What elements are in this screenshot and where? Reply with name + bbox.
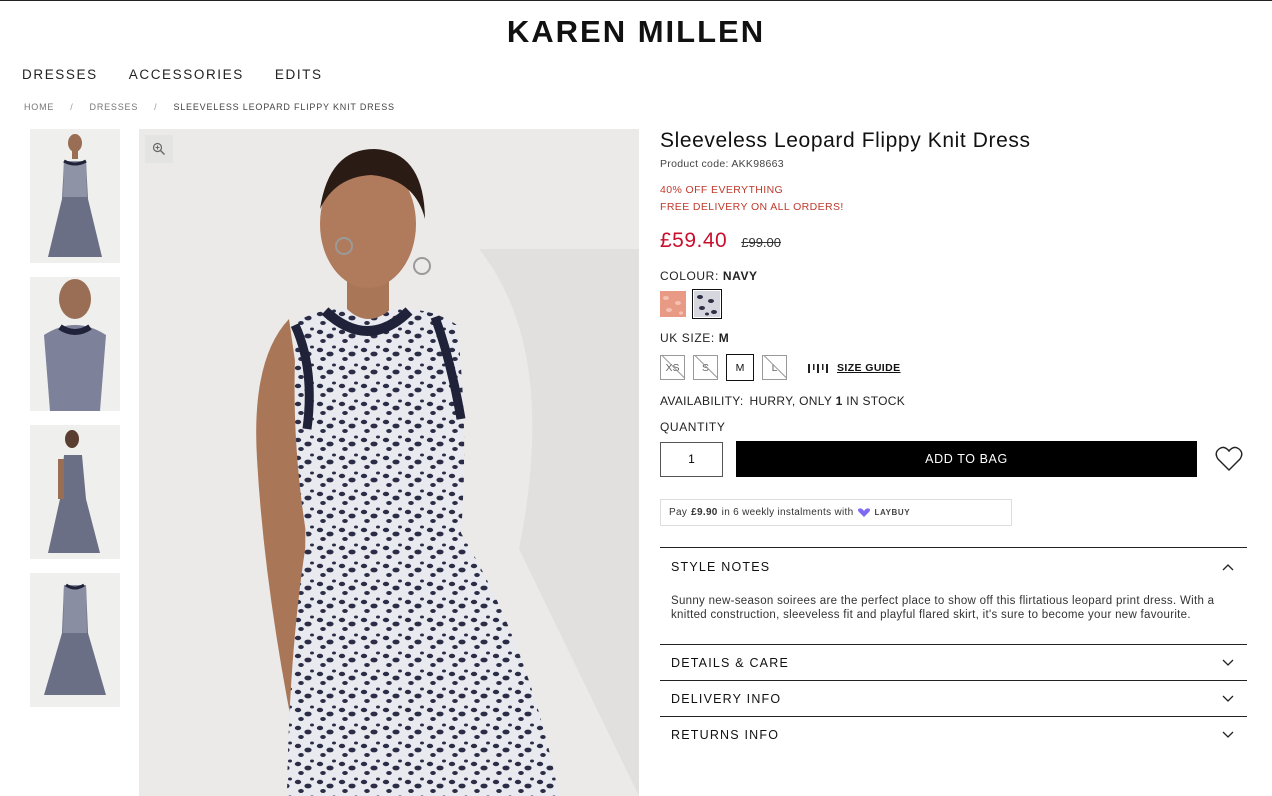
- size-guide-link[interactable]: SIZE GUIDE: [807, 362, 901, 374]
- laybuy-text: in 6 weekly instalments with: [721, 507, 854, 518]
- availability: AVAILABILITY: HURRY, ONLY 1 IN STOCK: [660, 394, 1248, 408]
- chevron-down-icon: [1222, 695, 1234, 702]
- availability-label: AVAILABILITY:: [660, 394, 744, 408]
- size-value: M: [718, 331, 730, 345]
- chevron-down-icon: [1222, 659, 1234, 666]
- laybuy-banner[interactable]: Pay £9.90 in 6 weekly instalments with L…: [660, 499, 1012, 526]
- accordion-details-care-label: DETAILS & CARE: [671, 655, 789, 670]
- price-block: £59.40 £99.00: [660, 229, 1248, 253]
- product-code: Product code: AKK98663: [660, 158, 784, 170]
- accordion-delivery-info-label: DELIVERY INFO: [671, 691, 782, 706]
- availability-post: IN STOCK: [846, 394, 906, 408]
- laybuy-heart-icon: [858, 507, 871, 517]
- laybuy-brand: LAYBUY: [874, 508, 911, 517]
- swatch-coral[interactable]: [660, 291, 686, 317]
- product-thumbnail-3[interactable]: [30, 425, 120, 559]
- size-option-m[interactable]: M: [726, 354, 754, 381]
- colour-label-text: COLOUR:: [660, 269, 719, 283]
- breadcrumb-home[interactable]: HOME: [24, 102, 54, 112]
- nav-item-edits[interactable]: EDITS: [275, 67, 323, 82]
- thumbnail-list: [30, 129, 120, 721]
- product-thumbnail-1[interactable]: [30, 129, 120, 263]
- availability-count: 1: [835, 394, 843, 408]
- original-price: £99.00: [741, 235, 781, 250]
- accordion-details-care[interactable]: DETAILS & CARE: [660, 644, 1247, 680]
- zoom-icon: [152, 142, 165, 155]
- breadcrumb-current: SLEEVELESS LEOPARD FLIPPY KNIT DRESS: [173, 102, 395, 112]
- size-selector: XS S M L SIZE GUIDE: [660, 354, 1248, 381]
- accordion-delivery-info[interactable]: DELIVERY INFO: [660, 680, 1247, 716]
- size-option-xs[interactable]: XS: [660, 355, 685, 380]
- style-notes-body: Sunny new-season soirees are the perfect…: [671, 595, 1215, 621]
- heart-icon: [1215, 446, 1243, 471]
- sale-price: £59.40: [660, 229, 728, 252]
- promo-delivery: FREE DELIVERY ON ALL ORDERS!: [660, 201, 844, 213]
- swatch-navy[interactable]: [692, 289, 722, 319]
- product-main-image[interactable]: [139, 129, 639, 796]
- nav-item-dresses[interactable]: DRESSES: [22, 67, 98, 82]
- promo-discount: 40% OFF EVERYTHING: [660, 184, 784, 196]
- accordion-returns-info-label: RETURNS INFO: [671, 727, 780, 742]
- size-option-l[interactable]: L: [762, 355, 787, 380]
- product-info: Sleeveless Leopard Flippy Knit Dress Pro…: [660, 129, 1248, 752]
- laybuy-logo: LAYBUY: [857, 507, 911, 518]
- breadcrumb-dresses[interactable]: DRESSES: [90, 102, 139, 112]
- size-label: UK SIZE: M: [660, 331, 1248, 345]
- laybuy-pay: Pay: [669, 507, 688, 518]
- top-border: [0, 0, 1272, 1]
- brand-logo[interactable]: KAREN MILLEN: [0, 14, 1272, 50]
- laybuy-amount: £9.90: [691, 507, 718, 518]
- main-nav: DRESSES ACCESSORIES EDITS: [22, 67, 323, 82]
- size-option-label: M: [735, 361, 745, 374]
- quantity-input[interactable]: [660, 441, 723, 477]
- availability-pre: HURRY, ONLY: [749, 394, 832, 408]
- accordion-style-notes[interactable]: STYLE NOTES: [660, 547, 1247, 585]
- product-title: Sleeveless Leopard Flippy Knit Dress: [660, 129, 1031, 152]
- chevron-down-icon: [1222, 731, 1234, 738]
- ruler-icon: [808, 363, 828, 373]
- accordion-returns-info[interactable]: RETURNS INFO: [660, 716, 1247, 752]
- product-accordion: STYLE NOTES Sunny new-season soirees are…: [660, 547, 1247, 752]
- nav-item-accessories[interactable]: ACCESSORIES: [129, 67, 244, 82]
- breadcrumb-separator: /: [154, 102, 158, 112]
- size-label-text: UK SIZE:: [660, 331, 715, 345]
- chevron-up-icon: [1222, 563, 1234, 570]
- availability-value: HURRY, ONLY 1 IN STOCK: [750, 394, 906, 408]
- wishlist-button[interactable]: [1214, 444, 1244, 474]
- zoom-button[interactable]: [145, 135, 173, 163]
- quantity-label: QUANTITY: [660, 420, 726, 434]
- breadcrumb-separator: /: [70, 102, 74, 112]
- colour-value: NAVY: [722, 269, 758, 283]
- product-thumbnail-4[interactable]: [30, 573, 120, 707]
- breadcrumb: HOME / DRESSES / SLEEVELESS LEOPARD FLIP…: [24, 102, 395, 112]
- size-guide-text: SIZE GUIDE: [837, 361, 901, 374]
- product-thumbnail-2[interactable]: [30, 277, 120, 411]
- size-option-s[interactable]: S: [693, 355, 718, 380]
- buy-row: ADD TO BAG: [660, 441, 1248, 477]
- colour-swatches: [660, 289, 1248, 319]
- colour-label: COLOUR: NAVY: [660, 269, 1248, 283]
- accordion-style-notes-label: STYLE NOTES: [671, 559, 771, 574]
- add-to-bag-button[interactable]: ADD TO BAG: [736, 441, 1197, 477]
